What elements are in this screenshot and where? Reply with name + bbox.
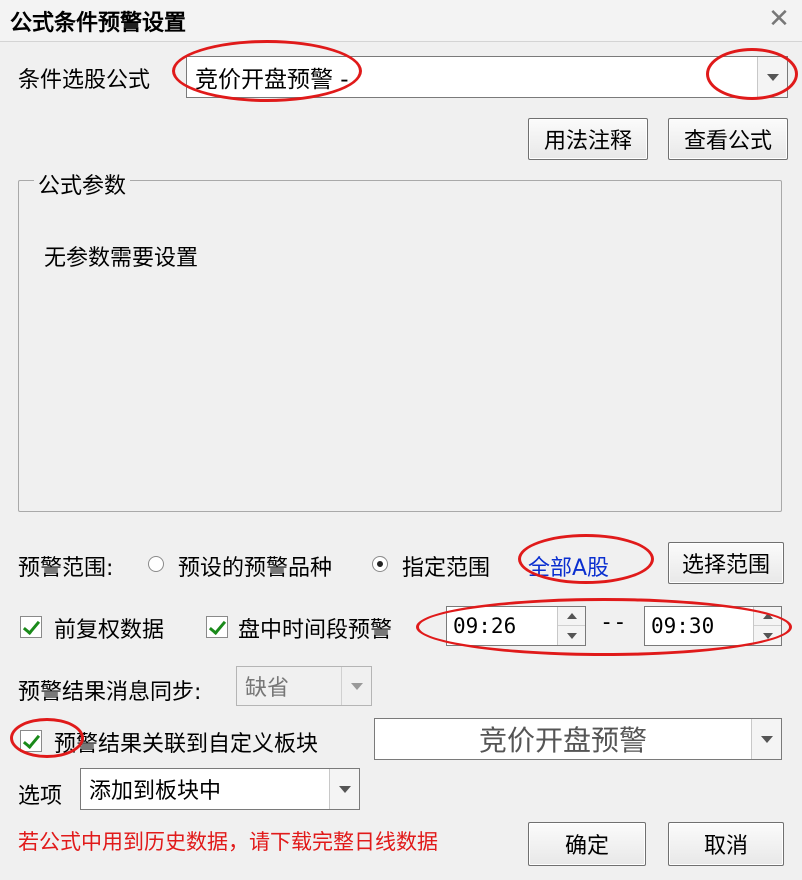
option-select[interactable]: 添加到板块中 [80,768,360,810]
time-start-spinner[interactable] [557,607,585,645]
sync-select: 缺省 [236,666,372,706]
usage-notes-button[interactable]: 用法注释 [528,118,648,160]
time-separator: -- [600,610,627,635]
block-value: 竞价开盘预警 [478,724,647,757]
forward-adjust-checkbox[interactable] [20,616,42,638]
params-legend: 公式参数 [34,168,131,200]
range-link[interactable]: 全部A股 [528,550,609,582]
radio-preset[interactable] [148,556,164,572]
chevron-down-icon[interactable] [751,719,781,759]
time-start-field[interactable]: 09:26 [446,606,586,646]
spin-down-icon[interactable] [754,626,781,645]
forward-adjust-label: 前复权数据 [54,618,165,643]
close-icon[interactable]: ✕ [764,4,794,34]
formula-select[interactable]: 竞价开盘预警 - [186,56,788,98]
link-block-checkbox[interactable] [20,730,42,752]
radio-preset-label: 预设的预警品种 [178,556,333,581]
link-block-label: 预警结果关联到自定义板块 [54,732,319,757]
intraday-label: 盘中时间段预警 [238,618,393,643]
chevron-down-icon [341,667,371,705]
time-end-field[interactable]: 09:30 [644,606,782,646]
title-bar: 公式条件预警设置 ✕ [0,0,802,42]
view-formula-button[interactable]: 查看公式 [668,118,788,160]
radio-range-label: 指定范围 [402,556,491,581]
chevron-down-icon[interactable] [757,57,787,97]
intraday-checkbox[interactable] [206,616,228,638]
spin-up-icon[interactable] [558,607,585,626]
scope-label: 预警范围: [18,556,114,581]
params-message: 无参数需要设置 [44,246,199,271]
sync-value: 缺省 [245,676,290,701]
params-groupbox [18,180,782,512]
formula-value: 竞价开盘预警 - [195,67,349,93]
ok-button[interactable]: 确定 [528,822,646,866]
select-range-button[interactable]: 选择范围 [668,542,784,584]
sync-label: 预警结果消息同步: [18,680,202,705]
warning-text: 若公式中用到历史数据，请下载完整日线数据 [18,830,438,854]
cancel-button[interactable]: 取消 [668,822,784,866]
spin-down-icon[interactable] [558,626,585,645]
formula-label: 条件选股公式 [18,68,151,93]
option-value: 添加到板块中 [89,779,222,804]
radio-range[interactable] [372,556,388,572]
spin-up-icon[interactable] [754,607,781,626]
window-title: 公式条件预警设置 [10,11,187,36]
chevron-down-icon[interactable] [329,769,359,809]
block-select[interactable]: 竞价开盘预警 [374,718,782,760]
option-label: 选项 [18,784,63,809]
time-end-spinner[interactable] [753,607,781,645]
